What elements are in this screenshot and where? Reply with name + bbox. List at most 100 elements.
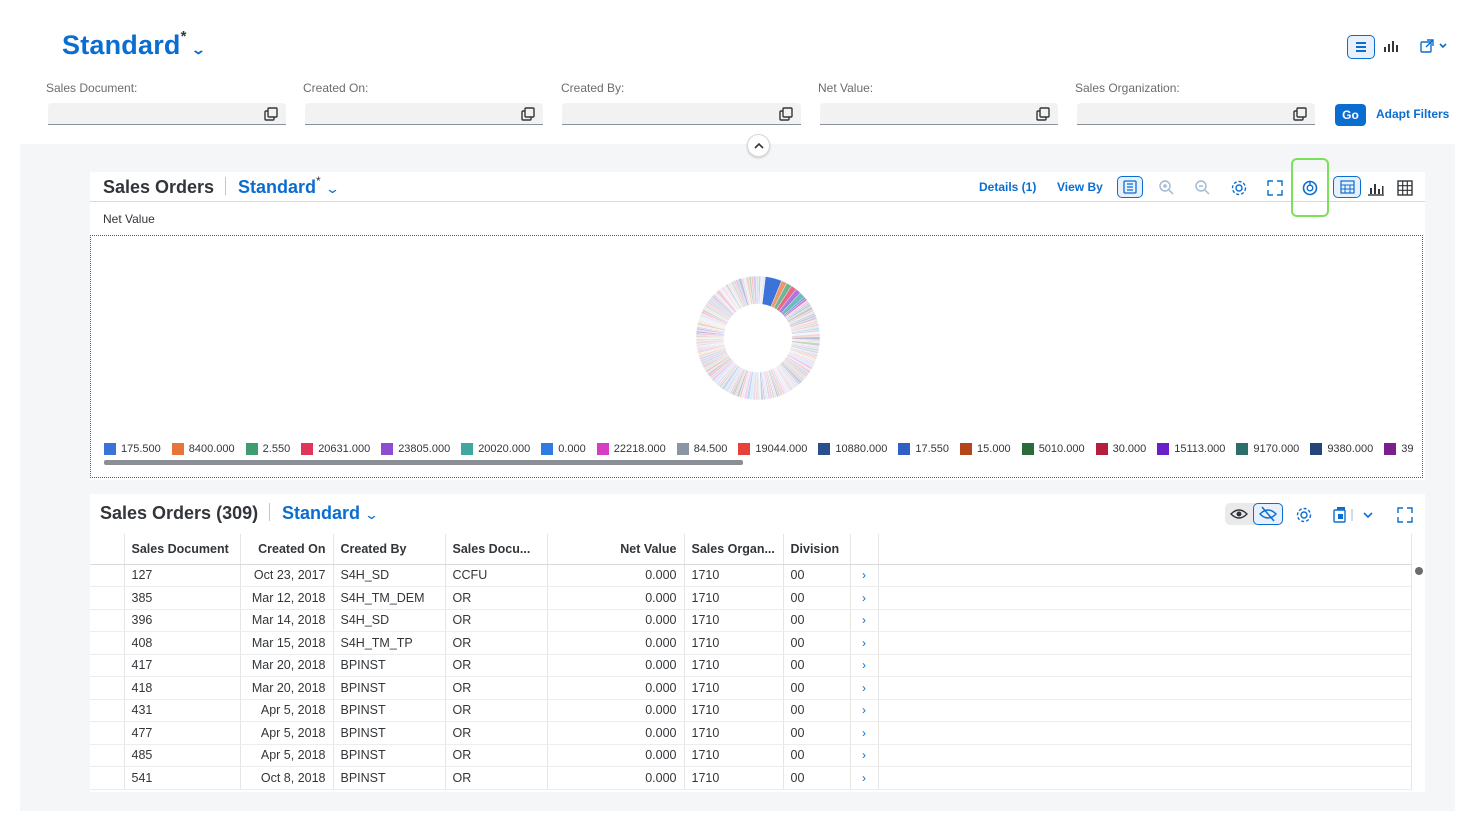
compact-view-icon[interactable] xyxy=(1383,39,1399,58)
export-icon[interactable] xyxy=(1332,506,1378,524)
row-navigation-chevron-icon[interactable]: › xyxy=(850,744,879,767)
legend-item[interactable]: 17.550 xyxy=(898,443,949,455)
legend-item[interactable]: 10880.000 xyxy=(818,443,887,455)
row-selector-cell[interactable] xyxy=(90,766,125,790)
legend-item[interactable]: 19044.000 xyxy=(738,443,807,455)
go-button[interactable]: Go xyxy=(1335,104,1366,126)
share-icon[interactable] xyxy=(1420,39,1448,58)
table-row[interactable]: 485 Apr 5, 2018 BPINST OR 0.000 1710 00 › xyxy=(90,744,1412,767)
eye-icon[interactable] xyxy=(1230,506,1248,522)
column-header-created-on[interactable]: Created On xyxy=(240,534,334,565)
legend-item[interactable]: 0.000 xyxy=(541,443,586,455)
selection-column-header xyxy=(90,534,125,565)
adapt-filters-button[interactable]: Adapt Filters xyxy=(1376,107,1449,121)
row-navigation-chevron-icon[interactable]: › xyxy=(850,631,879,655)
legend-item[interactable]: 9170.000 xyxy=(1236,443,1299,455)
legend-item[interactable]: 15.000 xyxy=(960,443,1011,455)
column-header-created-by[interactable]: Created By xyxy=(333,534,446,565)
table-row[interactable]: 418 Mar 20, 2018 BPINST OR 0.000 1710 00 › xyxy=(90,676,1412,700)
sales-document-field[interactable] xyxy=(48,103,286,125)
row-navigation-chevron-icon[interactable]: › xyxy=(850,699,879,722)
legend-item[interactable]: 20631.000 xyxy=(301,443,370,455)
view-by-button[interactable]: View By xyxy=(1057,180,1103,194)
settings-gear-icon[interactable] xyxy=(1230,179,1248,197)
table-row[interactable]: 541 Oct 8, 2018 BPINST OR 0.000 1710 00 › xyxy=(90,766,1412,790)
details-button[interactable]: Details (1) xyxy=(979,180,1036,194)
chevron-down-icon[interactable]: ⌄ xyxy=(364,507,379,523)
legend-item[interactable]: 84.500 xyxy=(676,443,727,455)
table-row[interactable]: 431 Apr 5, 2018 BPINST OR 0.000 1710 00 › xyxy=(90,699,1412,722)
table-settings-icon[interactable] xyxy=(1295,506,1313,524)
row-selector-cell[interactable] xyxy=(90,676,125,700)
table-variant-selector[interactable]: Standard ⌄ xyxy=(282,503,379,523)
legend-item[interactable]: 9380.000 xyxy=(1310,443,1373,455)
legend-item[interactable]: 5010.000 xyxy=(1021,443,1085,455)
zoom-in-icon[interactable] xyxy=(1158,179,1176,197)
column-header-sales-document[interactable]: Sales Document xyxy=(124,534,241,565)
value-help-icon[interactable] xyxy=(1293,107,1307,121)
column-header-sales-organization[interactable]: Sales Organ... xyxy=(684,534,784,565)
sales-organization-cell: 1710 xyxy=(684,631,784,655)
row-selector-cell[interactable] xyxy=(90,654,125,677)
collapse-filter-bar-button[interactable] xyxy=(747,134,770,157)
row-navigation-chevron-icon[interactable]: › xyxy=(850,586,879,610)
table-row[interactable]: 477 Apr 5, 2018 BPINST OR 0.000 1710 00 › xyxy=(90,721,1412,745)
chart-and-table-view-button[interactable] xyxy=(1333,176,1361,198)
column-header-sales-document-type[interactable]: Sales Docu... xyxy=(445,534,548,565)
row-selector-cell[interactable] xyxy=(90,699,125,722)
table-row[interactable]: 408 Mar 15, 2018 S4H_TM_TP OR 0.000 1710 00 › xyxy=(90,631,1412,655)
column-header-net-value[interactable]: Net Value xyxy=(547,534,685,565)
legend-item[interactable]: 15113.000 xyxy=(1157,443,1225,455)
table-row[interactable]: 396 Mar 14, 2018 S4H_SD OR 0.000 1710 00 › xyxy=(90,609,1412,632)
table-row[interactable]: 127 Oct 23, 2017 S4H_SD CCFU 0.000 1710 00 › xyxy=(90,564,1412,587)
table-row[interactable]: 385 Mar 12, 2018 S4H_TM_DEM OR 0.000 1710 00 › xyxy=(90,586,1412,610)
hide-details-button[interactable] xyxy=(1253,503,1283,525)
legend-item[interactable]: 2.550 xyxy=(245,443,290,455)
chevron-down-icon[interactable]: ⌄ xyxy=(324,181,339,197)
created-by-field[interactable] xyxy=(562,103,801,125)
legend-scrollbar[interactable] xyxy=(104,460,743,465)
sales-organization-field[interactable] xyxy=(1077,103,1315,125)
row-navigation-chevron-icon[interactable]: › xyxy=(850,564,879,587)
table-view-icon[interactable] xyxy=(1396,179,1414,197)
column-header-division[interactable]: Division xyxy=(783,534,851,565)
row-navigation-chevron-icon[interactable]: › xyxy=(850,654,879,677)
legend-item[interactable]: 30.000 xyxy=(1095,443,1146,455)
legend-item[interactable]: 8400.000 xyxy=(171,443,235,455)
row-navigation-chevron-icon[interactable]: › xyxy=(850,609,879,632)
row-navigation-chevron-icon[interactable]: › xyxy=(850,676,879,700)
view-toggle-group[interactable] xyxy=(1347,35,1375,59)
variant-title[interactable]: Standard*⌄ xyxy=(62,28,206,61)
net-value-field[interactable] xyxy=(820,103,1058,125)
value-help-icon[interactable] xyxy=(779,107,793,121)
value-help-icon[interactable] xyxy=(1036,107,1050,121)
value-help-icon[interactable] xyxy=(521,107,535,121)
zoom-out-icon[interactable] xyxy=(1194,179,1212,197)
row-selector-cell[interactable] xyxy=(90,744,125,767)
legend-toggle-button[interactable] xyxy=(1117,176,1143,198)
filter-bar-view-icon[interactable] xyxy=(1347,35,1375,59)
row-selector-cell[interactable] xyxy=(90,721,125,745)
created-on-field[interactable] xyxy=(305,103,543,125)
value-help-icon[interactable] xyxy=(264,107,278,121)
bar-chart-icon[interactable] xyxy=(1367,179,1385,197)
legend-item[interactable]: 39 xyxy=(1384,443,1413,455)
donut-chart[interactable] xyxy=(690,270,826,406)
scrollbar-thumb[interactable] xyxy=(1415,567,1423,575)
row-selector-cell[interactable] xyxy=(90,586,125,610)
table-row[interactable]: 417 Mar 20, 2018 BPINST OR 0.000 1710 00 › xyxy=(90,654,1412,677)
fullscreen-icon[interactable] xyxy=(1266,179,1284,197)
filter-label-sales-organization: Sales Organization: xyxy=(1075,81,1180,95)
row-selector-cell[interactable] xyxy=(90,564,125,587)
legend-item[interactable]: 22218.000 xyxy=(596,443,666,455)
row-selector-cell[interactable] xyxy=(90,631,125,655)
row-selector-cell[interactable] xyxy=(90,609,125,632)
table-fullscreen-icon[interactable] xyxy=(1396,506,1414,524)
legend-item[interactable]: 175.500 xyxy=(104,443,161,455)
legend-item[interactable]: 20020.000 xyxy=(461,443,530,455)
row-navigation-chevron-icon[interactable]: › xyxy=(850,721,879,745)
chevron-down-icon[interactable]: ⌄ xyxy=(190,42,206,58)
chart-variant-selector[interactable]: Standard* ⌄ xyxy=(238,174,340,197)
row-navigation-chevron-icon[interactable]: › xyxy=(850,766,879,790)
legend-item[interactable]: 23805.000 xyxy=(381,443,450,455)
